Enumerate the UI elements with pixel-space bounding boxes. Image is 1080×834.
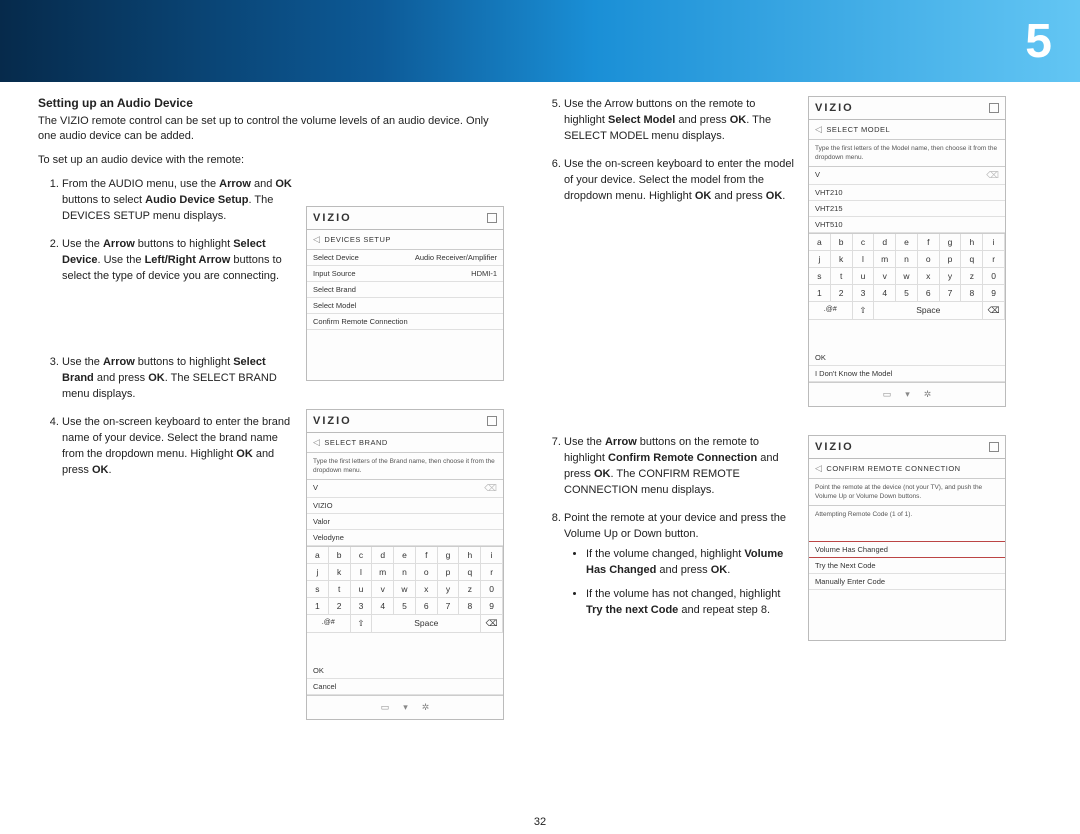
bullet-volume-changed: If the volume changed, highlight Volume … xyxy=(586,546,786,578)
osd-brand: VIZIO xyxy=(313,212,352,224)
home-icon[interactable] xyxy=(487,416,497,426)
page-number: 32 xyxy=(534,816,546,828)
bullet-try-next: If the volume has not changed, highlight… xyxy=(586,586,786,618)
osd-confirm-remote: VIZIO ◁CONFIRM REMOTE CONNECTION Point t… xyxy=(808,435,1006,641)
step-2: Use the Arrow buttons to highlight Selec… xyxy=(62,236,292,284)
back-icon[interactable]: ◁ xyxy=(815,124,822,135)
back-icon[interactable]: ◁ xyxy=(313,437,320,448)
osd-select-model: VIZIO ◁SELECT MODEL Type the first lette… xyxy=(808,96,1006,407)
osd-footer-icons: ▭▾✲ xyxy=(809,382,1005,406)
home-icon[interactable] xyxy=(989,103,999,113)
steps-list-left: From the AUDIO menu, use the Arrow and O… xyxy=(38,176,292,478)
step-3: Use the Arrow buttons to highlight Selec… xyxy=(62,354,292,402)
header-bar: 5 xyxy=(0,0,1080,82)
chapter-number: 5 xyxy=(1025,14,1052,69)
section-title: Setting up an Audio Device xyxy=(38,96,508,110)
back-icon[interactable]: ◁ xyxy=(313,234,320,245)
intro-text: The VIZIO remote control can be set up t… xyxy=(38,114,508,144)
osd-devices-setup: VIZIO ◁DEVICES SETUP Select DeviceAudio … xyxy=(306,206,504,381)
back-icon[interactable]: ◁ xyxy=(815,463,822,474)
step-5: Use the Arrow buttons on the remote to h… xyxy=(564,96,794,144)
step-6: Use the on-screen keyboard to enter the … xyxy=(564,156,794,204)
clear-icon[interactable]: ⌫ xyxy=(986,170,999,181)
osd-keyboard[interactable]: abcdefghi jklmnopqr stuvwxyz0 123456789 … xyxy=(809,233,1005,320)
clear-icon[interactable]: ⌫ xyxy=(484,483,497,494)
lead-text: To set up an audio device with the remot… xyxy=(38,154,508,166)
step-1: From the AUDIO menu, use the Arrow and O… xyxy=(62,176,292,224)
steps-list-right: Use the Arrow buttons on the remote to h… xyxy=(540,96,794,618)
step-7: Use the Arrow buttons on the remote to h… xyxy=(564,434,794,498)
step-4: Use the on-screen keyboard to enter the … xyxy=(62,414,292,478)
osd-keyboard[interactable]: abcdefghi jklmnopqr stuvwxyz0 123456789 … xyxy=(307,546,503,633)
osd-select-brand: VIZIO ◁SELECT BRAND Type the first lette… xyxy=(306,409,504,720)
step-8: Point the remote at your device and pres… xyxy=(564,510,794,618)
osd-footer-icons: ▭▾✲ xyxy=(307,695,503,719)
home-icon[interactable] xyxy=(989,442,999,452)
home-icon[interactable] xyxy=(487,213,497,223)
